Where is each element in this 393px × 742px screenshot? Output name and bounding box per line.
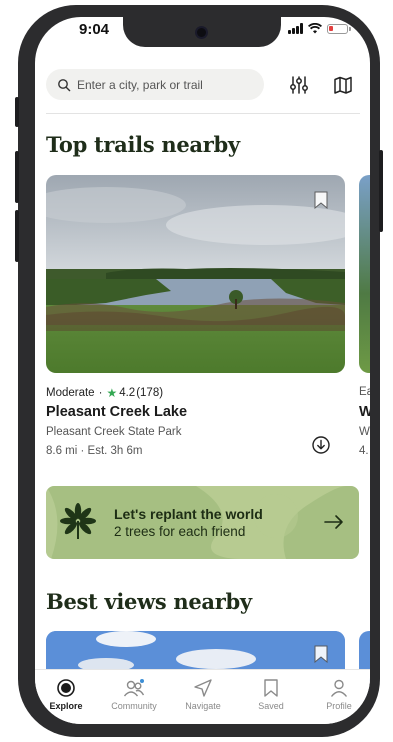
difficulty-label: Moderate <box>46 387 95 399</box>
leaf-icon <box>60 503 96 539</box>
map-icon[interactable] <box>333 75 353 95</box>
tab-navigate[interactable]: Navigate <box>173 678 233 711</box>
bookmark-icon[interactable] <box>314 191 328 209</box>
sliders-icon[interactable] <box>289 75 309 95</box>
trail-name[interactable]: Pleasant Creek Lake <box>46 404 187 420</box>
search-bar[interactable] <box>46 69 264 100</box>
trail-photo[interactable] <box>46 175 345 373</box>
cellular-signal-icon <box>288 23 303 34</box>
tab-label: Explore <box>49 701 83 711</box>
banner-title: Let's replant the world <box>114 506 263 522</box>
tab-label: Navigate <box>185 701 221 711</box>
camera-icon <box>197 28 206 37</box>
banner-subtitle: 2 trees for each friend <box>114 524 246 539</box>
navigate-icon <box>194 679 212 697</box>
tab-label: Community <box>111 701 157 711</box>
bookmark-icon <box>264 679 278 697</box>
section-title-top-trails: Top trails nearby <box>46 132 240 157</box>
power-button <box>379 150 383 232</box>
section-title-best-views: Best views nearby <box>46 589 252 614</box>
meta-separator: · <box>98 387 103 399</box>
bottom-tab-bar: Explore Community Navigate Saved Profile <box>35 669 370 724</box>
tab-community[interactable]: Community <box>104 678 164 711</box>
search-icon <box>58 78 71 91</box>
lake-landscape-image <box>46 175 345 373</box>
tab-profile[interactable]: Profile <box>309 678 369 711</box>
header-divider <box>46 113 360 114</box>
peek-name: W <box>359 404 370 420</box>
peek-park: W <box>359 426 370 438</box>
tab-label: Saved <box>258 701 284 711</box>
replant-banner[interactable]: Let's replant the world 2 trees for each… <box>46 486 359 559</box>
tab-explore[interactable]: Explore <box>36 678 96 711</box>
battery-icon <box>327 23 351 34</box>
tab-label: Profile <box>326 701 352 711</box>
tab-saved[interactable]: Saved <box>241 678 301 711</box>
volume-down-button <box>15 210 19 262</box>
explore-icon <box>57 679 75 697</box>
peek-stats: 4. <box>359 445 369 457</box>
volume-up-button <box>15 151 19 203</box>
status-time: 9:04 <box>79 21 110 38</box>
community-icon <box>123 679 145 697</box>
trail-park: Pleasant Creek State Park <box>46 426 182 438</box>
download-icon[interactable] <box>312 436 330 454</box>
star-icon: ★ <box>106 386 118 400</box>
search-input[interactable] <box>77 77 257 92</box>
profile-icon <box>330 679 348 697</box>
notch <box>123 17 281 47</box>
wifi-icon <box>308 23 322 34</box>
bookmark-icon[interactable] <box>314 645 328 663</box>
trail-meta: Moderate · ★ 4.2 (178) <box>46 386 163 400</box>
status-icons <box>288 23 351 34</box>
next-trail-photo[interactable] <box>359 175 370 373</box>
review-count: (178) <box>136 387 164 399</box>
app-screen: 9:04 Top trails nearby <box>35 17 370 724</box>
arrow-right-icon[interactable] <box>324 514 344 530</box>
trail-stats: 8.6 mi · Est. 3h 6m <box>46 445 143 457</box>
rating-value: 4.2 <box>119 387 136 399</box>
silent-switch <box>15 97 19 127</box>
peek-difficulty: Ea <box>359 386 370 398</box>
